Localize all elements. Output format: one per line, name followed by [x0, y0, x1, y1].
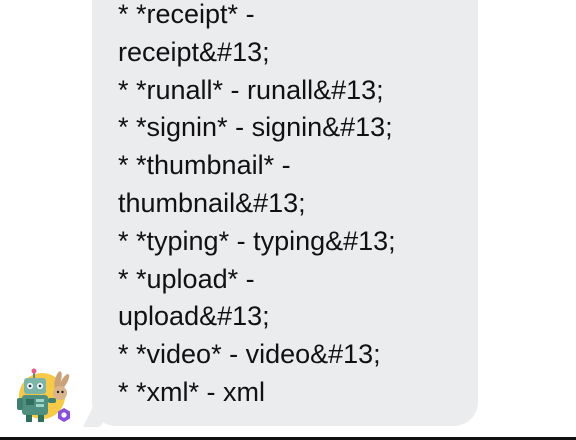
message-line: upload&#13;	[118, 301, 270, 332]
message-line: * *xml* - xml	[118, 376, 265, 407]
message-line: * *thumbnail* -	[118, 150, 291, 181]
message-line: * *runall* - runall&#13;	[118, 74, 384, 105]
message-line: * *receipt* -	[118, 0, 255, 29]
message-line: thumbnail&#13;	[118, 187, 306, 218]
message-line: * *upload* -	[118, 263, 255, 294]
message-bubble-tail	[83, 405, 103, 427]
message-line: * *video* - video&#13;	[118, 339, 381, 370]
bot-avatar-icon[interactable]	[14, 366, 74, 426]
message-bubble[interactable]: * *receipt* - receipt&#13; * *runall* - …	[92, 0, 478, 426]
message-line: * *signin* - signin&#13;	[118, 112, 393, 143]
message-line: receipt&#13;	[118, 36, 270, 67]
message-line: * *typing* - typing&#13;	[118, 225, 396, 256]
